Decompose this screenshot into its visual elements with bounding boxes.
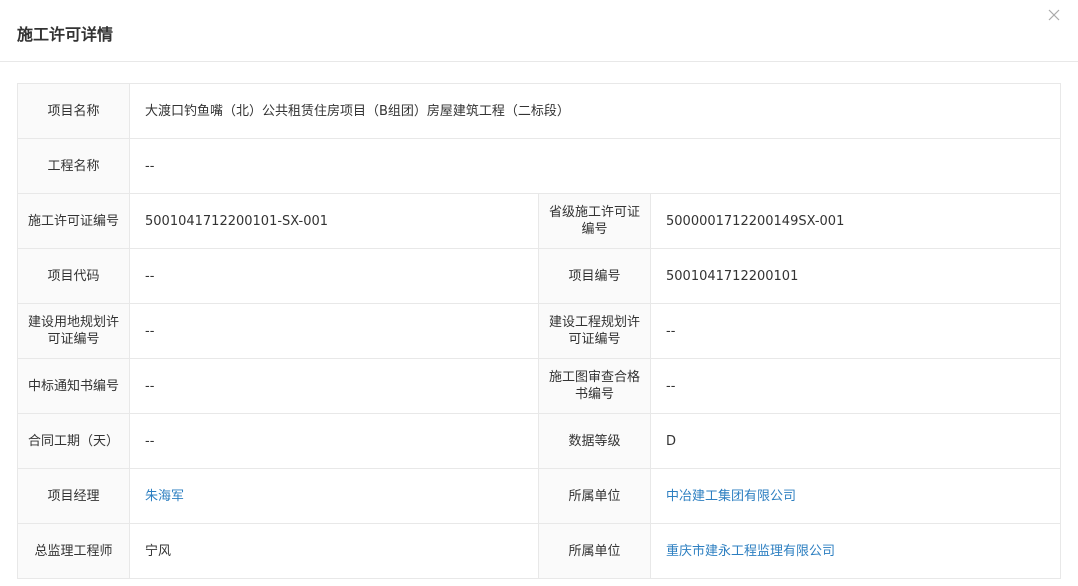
table-row: 合同工期（天） -- 数据等级 D [17, 413, 1062, 469]
drawing-review-no-value: -- [649, 358, 1062, 414]
drawing-review-no-label: 施工图审查合格书编号 [538, 358, 651, 414]
pm-unit-label: 所属单位 [538, 468, 651, 524]
table-row: 总监理工程师 宁风 所属单位 重庆市建永工程监理有限公司 [17, 523, 1062, 579]
table-row: 项目经理 朱海军 所属单位 中冶建工集团有限公司 [17, 468, 1062, 524]
engineering-permit-no-label: 建设工程规划许可证编号 [538, 303, 651, 359]
project-name-label: 项目名称 [17, 83, 130, 139]
bid-notice-no-value: -- [129, 358, 539, 414]
dialog-title: 施工许可详情 [17, 25, 114, 44]
project-no-value: 5001041712200101 [649, 248, 1062, 304]
data-level-value: D [649, 413, 1062, 469]
close-button[interactable] [1045, 6, 1063, 24]
table-row: 建设用地规划许可证编号 -- 建设工程规划许可证编号 -- [17, 303, 1062, 359]
table-row: 项目代码 -- 项目编号 5001041712200101 [17, 248, 1062, 304]
pm-unit-link[interactable]: 中冶建工集团有限公司 [649, 468, 1062, 524]
table-row: 中标通知书编号 -- 施工图审查合格书编号 -- [17, 358, 1062, 414]
project-manager-label: 项目经理 [17, 468, 130, 524]
supervisor-unit-link[interactable]: 重庆市建永工程监理有限公司 [649, 523, 1062, 579]
land-permit-no-value: -- [129, 303, 539, 359]
close-icon [1048, 9, 1060, 21]
project-name-value: 大渡口钓鱼嘴（北）公共租赁住房项目（B组团）房屋建筑工程（二标段） [128, 83, 1062, 139]
supervisor-unit-label: 所属单位 [538, 523, 651, 579]
chief-supervisor-value: 宁风 [129, 523, 539, 579]
data-level-label: 数据等级 [538, 413, 651, 469]
contract-period-label: 合同工期（天） [17, 413, 130, 469]
table-row: 工程名称 -- [17, 138, 1062, 194]
dialog-header: 施工许可详情 [0, 0, 1078, 62]
project-code-label: 项目代码 [17, 248, 130, 304]
provincial-permit-no-value: 5000001712200149SX-001 [649, 193, 1062, 249]
permit-detail-table: 项目名称 大渡口钓鱼嘴（北）公共租赁住房项目（B组团）房屋建筑工程（二标段） 工… [17, 83, 1062, 579]
project-no-label: 项目编号 [538, 248, 651, 304]
provincial-permit-no-label: 省级施工许可证编号 [538, 193, 651, 249]
engineering-name-value: -- [128, 138, 1062, 194]
permit-no-value: 5001041712200101-SX-001 [129, 193, 539, 249]
table-row: 项目名称 大渡口钓鱼嘴（北）公共租赁住房项目（B组团）房屋建筑工程（二标段） [17, 83, 1062, 139]
contract-period-value: -- [129, 413, 539, 469]
chief-supervisor-label: 总监理工程师 [17, 523, 130, 579]
permit-no-label: 施工许可证编号 [17, 193, 130, 249]
project-code-value: -- [129, 248, 539, 304]
engineering-permit-no-value: -- [649, 303, 1062, 359]
land-permit-no-label: 建设用地规划许可证编号 [17, 303, 130, 359]
table-row: 施工许可证编号 5001041712200101-SX-001 省级施工许可证编… [17, 193, 1062, 249]
engineering-name-label: 工程名称 [17, 138, 130, 194]
project-manager-link[interactable]: 朱海军 [129, 468, 539, 524]
bid-notice-no-label: 中标通知书编号 [17, 358, 130, 414]
